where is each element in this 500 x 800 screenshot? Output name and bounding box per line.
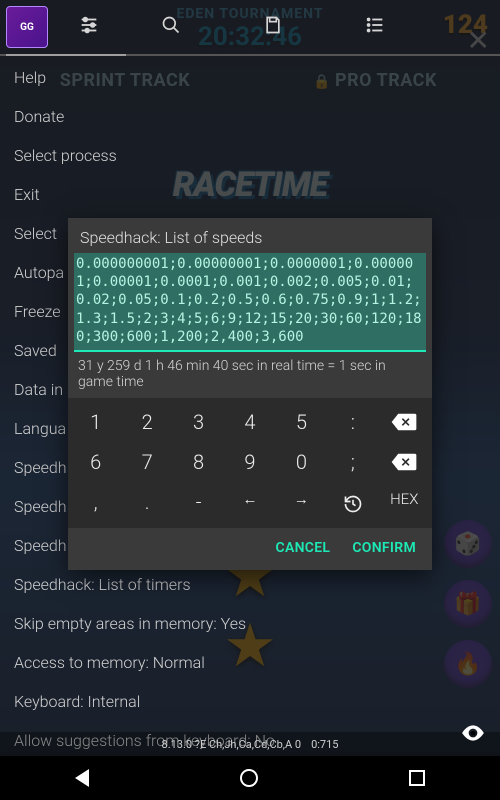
key-3[interactable]: 3 <box>173 402 224 442</box>
menu-item[interactable]: Keyboard: Internal <box>0 682 500 721</box>
key-left-arrow[interactable]: ← <box>224 482 275 522</box>
confirm-button[interactable]: CONFIRM <box>352 540 416 556</box>
speedhack-dialog: Speedhack: List of speeds 0.000000001;0.… <box>68 218 432 570</box>
key-colon[interactable]: : <box>327 402 378 442</box>
keypad: 1 2 3 4 5 : 6 7 8 9 0 ; <box>68 398 432 528</box>
nav-back-icon[interactable] <box>75 769 89 787</box>
save-icon[interactable] <box>252 15 294 40</box>
gg-tab-underline <box>0 54 500 56</box>
android-navbar <box>0 756 500 800</box>
menu-item[interactable]: Access to memory: Normal <box>0 643 500 682</box>
backspace-icon[interactable] <box>379 402 430 442</box>
menu-item[interactable]: Exit <box>0 175 500 214</box>
gg-footer-left: 8.13.0 ?E Ch,Jh,Ca,Cd,Cb,A 0 <box>162 738 302 751</box>
key-right-arrow[interactable]: → <box>276 482 327 522</box>
key-comma[interactable]: , <box>70 482 121 522</box>
nav-home-icon[interactable] <box>240 769 258 787</box>
key-7[interactable]: 7 <box>121 442 172 482</box>
key-minus[interactable]: - <box>173 482 224 522</box>
list-icon[interactable] <box>354 14 396 41</box>
nav-recent-icon[interactable] <box>409 770 425 786</box>
key-9[interactable]: 9 <box>224 442 275 482</box>
menu-item[interactable]: Help <box>0 58 500 97</box>
key-2[interactable]: 2 <box>121 402 172 442</box>
screen: EDEN TOURNAMENT 20:32:46 124 ✕ SPRINT TR… <box>0 0 500 800</box>
menu-item[interactable]: Donate <box>0 97 500 136</box>
eye-icon[interactable] <box>460 720 486 752</box>
cancel-button[interactable]: CANCEL <box>275 540 330 556</box>
gg-footer-right: 0:715 <box>311 738 338 751</box>
key-0[interactable]: 0 <box>276 442 327 482</box>
settings-sliders-icon[interactable] <box>68 14 110 41</box>
key-6[interactable]: 6 <box>70 442 121 482</box>
history-icon[interactable] <box>327 482 378 522</box>
gg-app-icon[interactable]: GG <box>6 6 48 48</box>
gg-footer: 8.13.0 ?E Ch,Jh,Ca,Cd,Cb,A 0 0:715 <box>0 732 500 756</box>
menu-item[interactable]: Skip empty areas in memory: Yes <box>0 604 500 643</box>
key-8[interactable]: 8 <box>173 442 224 482</box>
backspace-icon[interactable] <box>379 442 430 482</box>
key-4[interactable]: 4 <box>224 402 275 442</box>
key-5[interactable]: 5 <box>276 402 327 442</box>
speeds-input[interactable]: 0.000000001;0.00000001;0.0000001;0.00000… <box>74 253 426 352</box>
key-semicolon[interactable]: ; <box>327 442 378 482</box>
search-icon[interactable] <box>150 15 192 40</box>
menu-item[interactable]: Select process <box>0 136 500 175</box>
dialog-actions: CANCEL CONFIRM <box>68 528 432 570</box>
key-1[interactable]: 1 <box>70 402 121 442</box>
gg-toolbar: GG <box>0 0 500 54</box>
dialog-title: Speedhack: List of speeds <box>68 218 432 253</box>
menu-item[interactable]: Speedhack: List of timers <box>0 565 500 604</box>
dialog-hint: 31 y 259 d 1 h 46 min 40 sec in real tim… <box>68 352 432 398</box>
key-dot[interactable]: . <box>121 482 172 522</box>
key-hex[interactable]: HEX <box>379 482 430 522</box>
